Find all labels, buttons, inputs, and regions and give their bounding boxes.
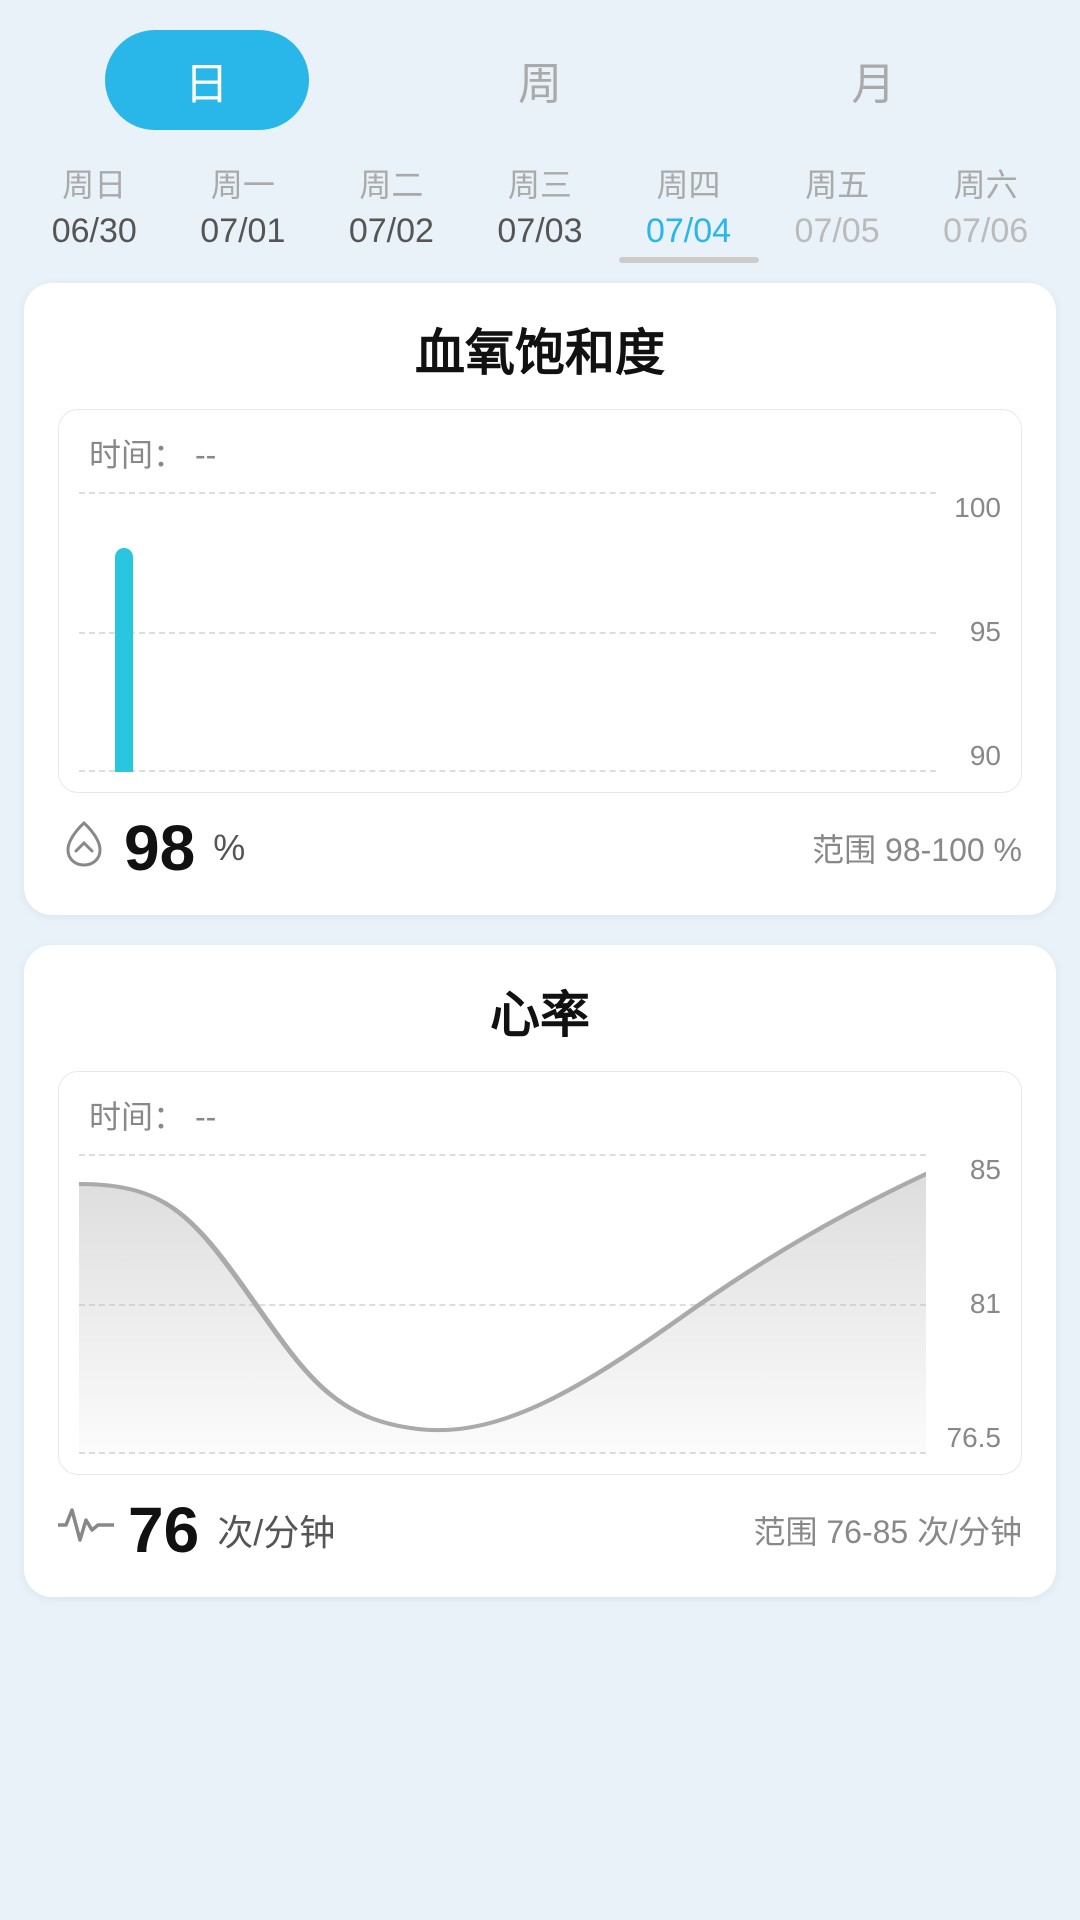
hr-time-header: 时间：-- [79,1092,1001,1138]
day-name: 周四 [657,160,721,206]
day-name: 周一 [211,160,275,206]
sel-dot-1 [173,257,313,263]
spo2-stat-left: 98 % [58,811,245,885]
hr-chart-area: 85 81 76.5 [79,1154,1001,1454]
day-date: 07/06 [943,212,1028,251]
day-name: 周三 [508,160,572,206]
spo2-icon [58,817,110,880]
spo2-bar [115,548,133,772]
selected-indicator [0,257,1080,263]
day-col-1[interactable]: 周一 07/01 [173,160,313,251]
spo2-value: 98 [124,811,195,885]
tab-month[interactable]: 月 [771,30,975,130]
spo2-title: 血氧饱和度 [58,313,1022,385]
day-date: 07/01 [200,212,285,251]
spo2-gridlines [79,492,936,772]
hr-card: 心率 时间：-- 85 81 76.5 [24,945,1056,1597]
hr-y-max: 85 [970,1154,1001,1186]
day-date: 07/05 [795,212,880,251]
spo2-unit: % [213,827,245,869]
spo2-y-mid: 95 [970,616,1001,648]
spo2-chart-card: 时间：-- 100 95 90 [58,409,1022,793]
spo2-y-min: 90 [970,740,1001,772]
sel-dot-4 [619,257,759,263]
day-name: 周日 [62,160,126,206]
tab-day[interactable]: 日 [105,30,309,130]
hr-range: 范围 76-85 次/分钟 [753,1507,1022,1553]
hr-unit: 次/分钟 [217,1504,335,1556]
day-date: 06/30 [52,212,137,251]
hr-y-min: 76.5 [947,1422,1002,1454]
hr-y-axis: 85 81 76.5 [931,1154,1001,1454]
sel-dot-6 [916,257,1056,263]
grid-top [79,492,936,494]
day-col-4[interactable]: 周四 07/04 [619,160,759,251]
spo2-range: 范围 98-100 % [812,825,1022,871]
spo2-y-axis: 100 95 90 [941,492,1001,772]
spo2-chart-area: 100 95 90 [79,492,1001,772]
day-col-6[interactable]: 周六 07/06 [916,160,1056,251]
day-date: 07/02 [349,212,434,251]
hr-icon [58,1505,114,1556]
hr-value: 76 [128,1493,199,1567]
day-name: 周六 [954,160,1018,206]
hr-footer: 76 次/分钟 范围 76-85 次/分钟 [58,1493,1022,1567]
day-name: 周二 [359,160,423,206]
grid-mid [79,632,936,634]
sel-dot-0 [24,257,164,263]
spo2-y-max: 100 [954,492,1001,524]
day-col-5[interactable]: 周五 07/05 [767,160,907,251]
hr-stat-left: 76 次/分钟 [58,1493,335,1567]
hr-curve-svg [79,1154,926,1454]
grid-bot [79,770,936,772]
tab-week[interactable]: 周 [438,30,642,130]
day-date: 07/03 [497,212,582,251]
spo2-time-header: 时间：-- [79,430,1001,476]
sel-dot-5 [767,257,907,263]
day-col-0[interactable]: 周日 06/30 [24,160,164,251]
spo2-card: 血氧饱和度 时间：-- 100 95 90 [24,283,1056,915]
hr-y-mid: 81 [970,1288,1001,1320]
day-col-3[interactable]: 周三 07/03 [470,160,610,251]
hr-title: 心率 [58,975,1022,1047]
sel-dot-2 [321,257,461,263]
week-row: 周日 06/30 周一 07/01 周二 07/02 周三 07/03 周四 07/04 周五 07/… [0,150,1080,257]
day-name: 周五 [805,160,869,206]
spo2-footer: 98 % 范围 98-100 % [58,811,1022,885]
sel-dot-3 [470,257,610,263]
hr-chart-card: 时间：-- 85 81 76.5 [58,1071,1022,1475]
top-tab-bar: 日 周 月 [0,0,1080,150]
day-date: 07/04 [646,212,731,251]
day-col-2[interactable]: 周二 07/02 [321,160,461,251]
